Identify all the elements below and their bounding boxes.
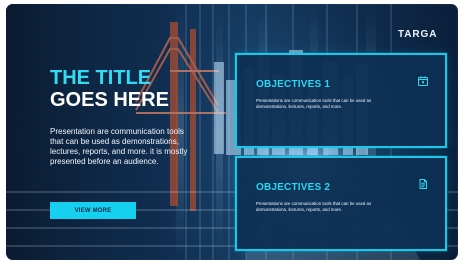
brand-logo: TARGA <box>398 29 438 40</box>
objective-card-1: OBJECTIVES 1 Presentations are communica… <box>235 53 447 148</box>
card-title-1: OBJECTIVES 1 <box>256 79 331 90</box>
intro-text: Presentation are communication tools tha… <box>50 127 188 166</box>
card-text-1: Presentations are communication tools th… <box>256 98 372 110</box>
page-title: THE TITLE GOES HERE <box>50 67 169 111</box>
card-text-2: Presentations are communication tools th… <box>256 201 372 213</box>
calendar-icon <box>417 75 429 87</box>
slide-canvas: TARGA THE TITLE GOES HERE Presentation a… <box>6 4 458 260</box>
card-title-2: OBJECTIVES 2 <box>256 182 331 193</box>
title-line-2: GOES HERE <box>50 89 169 111</box>
document-icon <box>417 178 429 190</box>
view-more-button[interactable]: VIEW MORE <box>50 202 136 219</box>
objective-card-2: OBJECTIVES 2 Presentations are communica… <box>235 156 447 251</box>
title-line-1: THE TITLE <box>50 67 152 89</box>
